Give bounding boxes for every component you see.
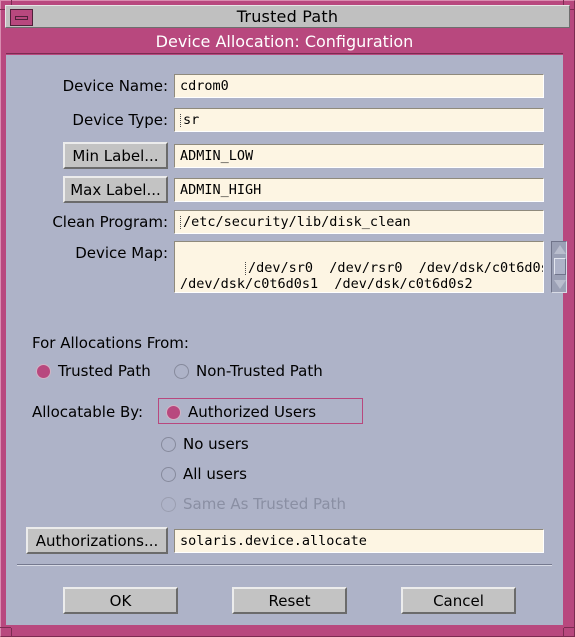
- ok-button[interactable]: OK: [63, 587, 178, 614]
- device-type-label: Device Type:: [72, 111, 168, 129]
- radio-indicator-non-trusted-path[interactable]: [174, 363, 189, 379]
- resize-handle-right-bottom[interactable]: [563, 628, 564, 637]
- device-name-value: cdrom0: [180, 78, 229, 94]
- radio-same-as-trusted-path: Same As Trusted Path: [161, 495, 346, 513]
- text-caret: [245, 261, 247, 275]
- resize-handle-bottom-right[interactable]: [564, 627, 575, 628]
- radio-trusted-path[interactable]: Trusted Path: [36, 362, 151, 380]
- device-map-label: Device Map:: [75, 244, 168, 262]
- allocations-from-label: For Allocations From:: [32, 334, 189, 352]
- radio-all-users[interactable]: All users: [161, 465, 247, 483]
- max-label-value: ADMIN_HIGH: [180, 181, 262, 198]
- reset-button[interactable]: Reset: [232, 587, 347, 614]
- title-bar: Trusted Path: [5, 5, 570, 28]
- text-caret: [180, 113, 182, 127]
- radio-non-trusted-path[interactable]: Non-Trusted Path: [174, 362, 323, 380]
- row-min-label: Min Label... ADMIN_LOW: [6, 142, 544, 169]
- row-device-map: Device Map: /dev/sr0 /dev/rsr0 /dev/dsk/…: [6, 241, 544, 293]
- resize-handle-left-bottom[interactable]: [11, 628, 12, 637]
- device-map-scrollbar[interactable]: [551, 241, 567, 293]
- dialog-header: Device Allocation: Configuration: [6, 29, 563, 54]
- scrollbar-thumb[interactable]: [554, 258, 566, 275]
- authorizations-button-text: Authorizations...: [35, 531, 159, 550]
- clean-program-label: Clean Program:: [52, 213, 168, 231]
- row-device-name: Device Name: cdrom0: [6, 74, 544, 98]
- device-map-textarea[interactable]: /dev/sr0 /dev/rsr0 /dev/dsk/c0t6d0s0 /de…: [174, 241, 544, 293]
- device-type-input[interactable]: sr: [174, 108, 544, 132]
- row-clean-program: Clean Program: /etc/security/lib/disk_cl…: [6, 210, 544, 234]
- min-label-button-text: Min Label...: [72, 146, 159, 165]
- authorizations-button[interactable]: Authorizations...: [26, 527, 168, 554]
- max-label-button-text: Max Label...: [70, 180, 161, 199]
- text-caret: [180, 215, 182, 229]
- max-label-button[interactable]: Max Label...: [63, 176, 168, 203]
- radio-indicator-authorized-users[interactable]: [166, 404, 181, 420]
- clean-program-value: /etc/security/lib/disk_clean: [183, 214, 411, 230]
- radio-label-all-users: All users: [183, 465, 247, 483]
- radio-authorized-users[interactable]: Authorized Users: [166, 403, 316, 421]
- dialog-body: Device Name: cdrom0 Device Type: sr Min …: [6, 55, 567, 625]
- device-name-input[interactable]: cdrom0: [174, 74, 544, 98]
- device-type-value: sr: [183, 112, 200, 128]
- cancel-button[interactable]: Cancel: [401, 587, 516, 614]
- clean-program-input[interactable]: /etc/security/lib/disk_clean: [174, 210, 544, 234]
- row-max-label: Max Label... ADMIN_HIGH: [6, 176, 544, 203]
- authorizations-value: solaris.device.allocate: [180, 532, 367, 549]
- triangle-down-icon[interactable]: [554, 280, 566, 289]
- radio-indicator-same-as-trusted-path: [161, 496, 176, 512]
- radio-indicator-no-users[interactable]: [161, 436, 176, 452]
- min-label-input[interactable]: ADMIN_LOW: [174, 143, 544, 168]
- radio-label-authorized-users: Authorized Users: [188, 403, 317, 421]
- device-map-value: /dev/sr0 /dev/rsr0 /dev/dsk/c0t6d0s0 /de…: [180, 260, 544, 292]
- application-window: Trusted Path Device Allocation: Configur…: [0, 0, 575, 637]
- authorizations-input[interactable]: solaris.device.allocate: [174, 528, 544, 553]
- window-title: Trusted Path: [236, 7, 339, 26]
- ok-button-text: OK: [109, 591, 132, 610]
- max-label-input[interactable]: ADMIN_HIGH: [174, 177, 544, 202]
- min-label-value: ADMIN_LOW: [180, 147, 254, 164]
- dialog-header-title: Device Allocation: Configuration: [155, 31, 414, 51]
- allocatable-by-label: Allocatable By:: [32, 403, 144, 421]
- min-label-button[interactable]: Min Label...: [63, 142, 168, 169]
- row-device-type: Device Type: sr: [6, 108, 544, 132]
- reset-button-text: Reset: [268, 591, 311, 610]
- separator: [17, 564, 552, 566]
- cancel-button-text: Cancel: [433, 591, 484, 610]
- radio-no-users[interactable]: No users: [161, 435, 249, 453]
- triangle-up-icon[interactable]: [554, 245, 566, 254]
- minimize-glyph: [15, 15, 28, 20]
- radio-label-trusted-path: Trusted Path: [58, 362, 151, 380]
- radio-label-same-as-trusted-path: Same As Trusted Path: [183, 495, 346, 513]
- row-authorizations: Authorizations... solaris.device.allocat…: [6, 527, 544, 554]
- radio-indicator-trusted-path[interactable]: [36, 363, 51, 379]
- resize-handle-bottom-left[interactable]: [0, 627, 11, 628]
- device-name-label: Device Name:: [62, 77, 168, 95]
- radio-label-non-trusted-path: Non-Trusted Path: [196, 362, 323, 380]
- radio-indicator-all-users[interactable]: [161, 466, 176, 482]
- radio-label-no-users: No users: [183, 435, 249, 453]
- minimize-icon[interactable]: [10, 9, 33, 26]
